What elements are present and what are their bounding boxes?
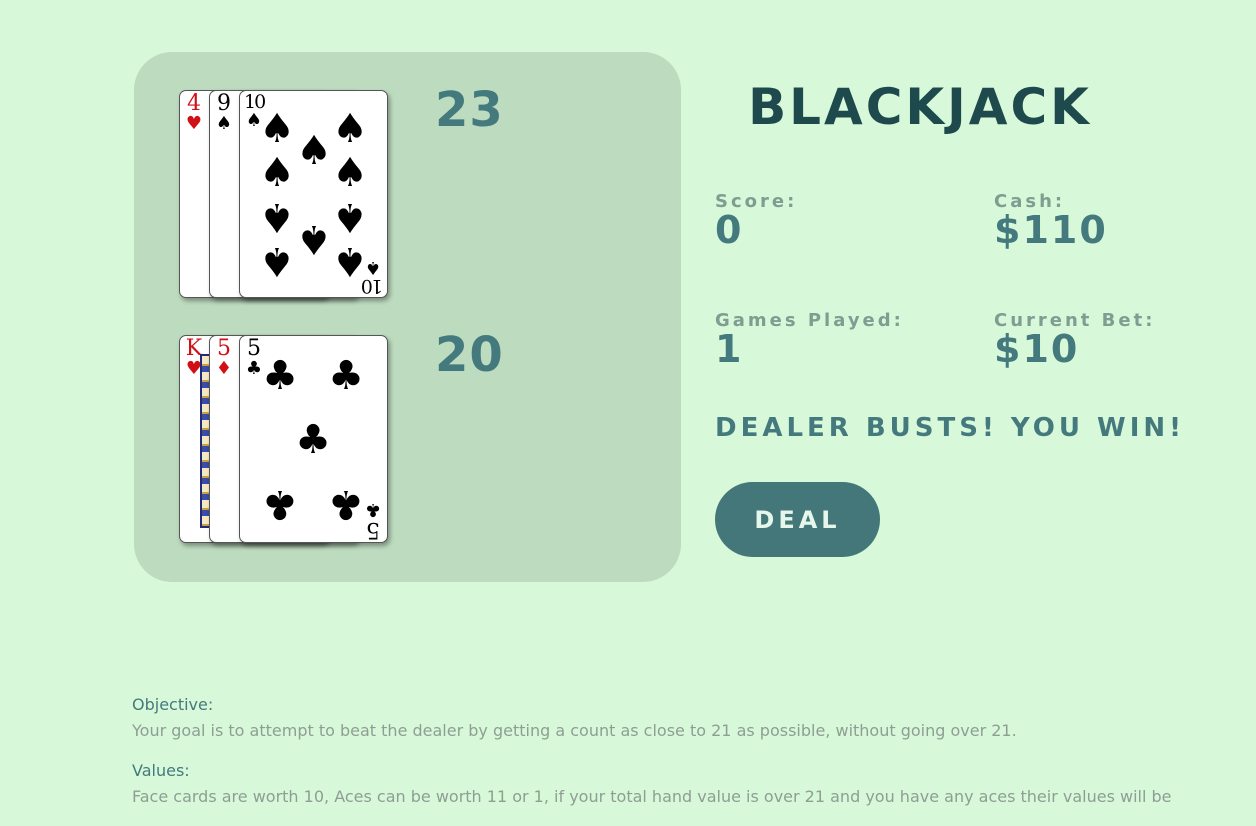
game-title: BLACKJACK	[748, 78, 1092, 136]
spade-icon: ♠	[259, 106, 295, 152]
dealer-total: 23	[435, 82, 504, 138]
spade-icon: ♠	[296, 128, 332, 174]
club-icon: ♣	[262, 481, 298, 527]
club-icon: ♣	[295, 417, 331, 463]
score-value: 0	[715, 208, 744, 252]
card-corner: 4 ♥	[184, 93, 204, 133]
card-rank: 4	[187, 91, 201, 116]
objective-text: Your goal is to attempt to beat the deal…	[132, 721, 1017, 740]
dealer-hand: 4 ♥ 9 ♠ 10 ♠ ♠ ♠ ♠ ♠ ♠ ♠ ♠ ♠ ♠ ♠ 10 ♠ 23	[179, 82, 503, 298]
dealer-card-3: 10 ♠ ♠ ♠ ♠ ♠ ♠ ♠ ♠ ♠ ♠ ♠ 10 ♠	[239, 90, 388, 298]
spade-icon: ♠	[259, 194, 295, 240]
values-text: Face cards are worth 10, Aces can be wor…	[132, 787, 1172, 806]
club-icon: ♣	[245, 358, 263, 379]
spade-icon: ♠	[332, 106, 368, 152]
card-rank: 5	[217, 336, 231, 361]
current-bet-value: $10	[994, 327, 1080, 371]
objective-heading: Objective:	[132, 695, 214, 714]
spade-icon: ♠	[296, 216, 332, 262]
card-rank: 5	[247, 336, 261, 361]
card-table: 4 ♥ 9 ♠ 10 ♠ ♠ ♠ ♠ ♠ ♠ ♠ ♠ ♠ ♠ ♠ 10 ♠ 23…	[134, 52, 681, 582]
spade-icon: ♠	[259, 238, 295, 284]
card-corner: 5 ♣	[363, 499, 383, 542]
game-result-message: DEALER BUSTS! YOU WIN!	[715, 413, 1186, 443]
player-total: 20	[435, 327, 504, 383]
club-icon: ♣	[328, 353, 364, 399]
rules-section: Objective: Your goal is to attempt to be…	[132, 694, 1172, 826]
card-rank: 10	[362, 275, 383, 297]
card-corner: 5 ♦	[214, 338, 234, 378]
card-corner: 10 ♠	[362, 257, 383, 297]
spade-icon: ♠	[332, 150, 368, 196]
spade-icon: ♠	[215, 113, 233, 134]
club-icon: ♣	[328, 481, 364, 527]
heart-icon: ♥	[185, 113, 203, 134]
spade-icon: ♠	[259, 150, 295, 196]
games-played-value: 1	[715, 327, 744, 371]
card-corner: 5 ♣	[244, 338, 264, 378]
player-hand: K ♥ 5 ♦ 5 ♣ ♣ ♣ ♣ ♣ ♣ 5 ♣ 20	[179, 327, 503, 543]
club-icon: ♣	[364, 499, 382, 520]
spade-icon: ♠	[364, 257, 382, 278]
card-corner: 9 ♠	[214, 93, 234, 133]
diamond-icon: ♦	[215, 358, 233, 379]
card-rank: 9	[217, 91, 231, 116]
card-rank: 5	[366, 517, 380, 542]
player-card-3: 5 ♣ ♣ ♣ ♣ ♣ ♣ 5 ♣	[239, 335, 388, 543]
cash-value: $110	[994, 208, 1108, 252]
club-icon: ♣	[262, 353, 298, 399]
spade-icon: ♠	[332, 194, 368, 240]
deal-button[interactable]: DEAL	[715, 482, 880, 557]
values-heading: Values:	[132, 761, 190, 780]
